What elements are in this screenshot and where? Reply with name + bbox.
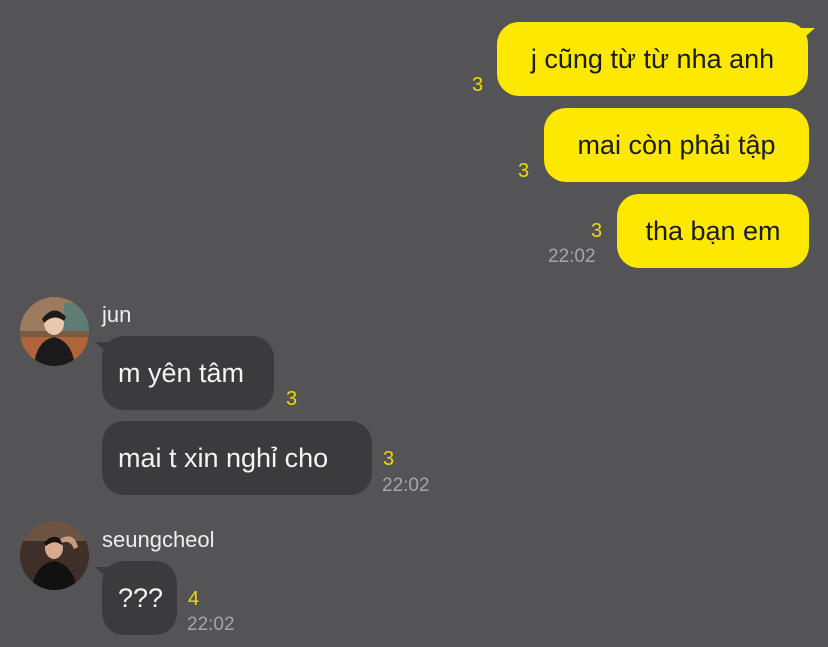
message-text: mai còn phải tập — [577, 130, 776, 160]
message-timestamp: 22:02 — [187, 614, 235, 635]
unread-count: 3 — [518, 160, 530, 182]
incoming-message-bubble[interactable]: mai t xin nghỉ cho — [102, 421, 372, 495]
incoming-message-bubble[interactable]: ??? — [102, 561, 177, 635]
unread-count: 3 — [591, 220, 603, 242]
outgoing-message-bubble[interactable]: mai còn phải tập — [544, 108, 809, 182]
outgoing-message-bubble[interactable]: j cũng từ từ nha anh — [497, 22, 808, 96]
message-text: m yên tâm — [118, 358, 245, 388]
avatar-photo-icon — [20, 521, 89, 590]
outgoing-message-bubble[interactable]: tha bạn em — [617, 194, 809, 268]
avatar[interactable] — [20, 297, 89, 366]
message-timestamp: 22:02 — [382, 475, 430, 496]
message-timestamp: 22:02 — [548, 246, 596, 267]
sender-name: jun — [102, 302, 132, 327]
unread-count: 3 — [383, 448, 395, 470]
avatar[interactable] — [20, 521, 89, 590]
message-text: mai t xin nghỉ cho — [118, 443, 329, 473]
incoming-message-bubble[interactable]: m yên tâm — [102, 336, 274, 410]
unread-count: 3 — [286, 388, 298, 410]
sender-name: seungcheol — [102, 527, 215, 552]
unread-count: 4 — [188, 588, 200, 610]
unread-count: 3 — [472, 74, 484, 96]
avatar-photo-icon — [20, 297, 89, 366]
message-text: ??? — [118, 583, 164, 613]
message-text: tha bạn em — [645, 216, 781, 246]
message-text: j cũng từ từ nha anh — [530, 44, 775, 74]
